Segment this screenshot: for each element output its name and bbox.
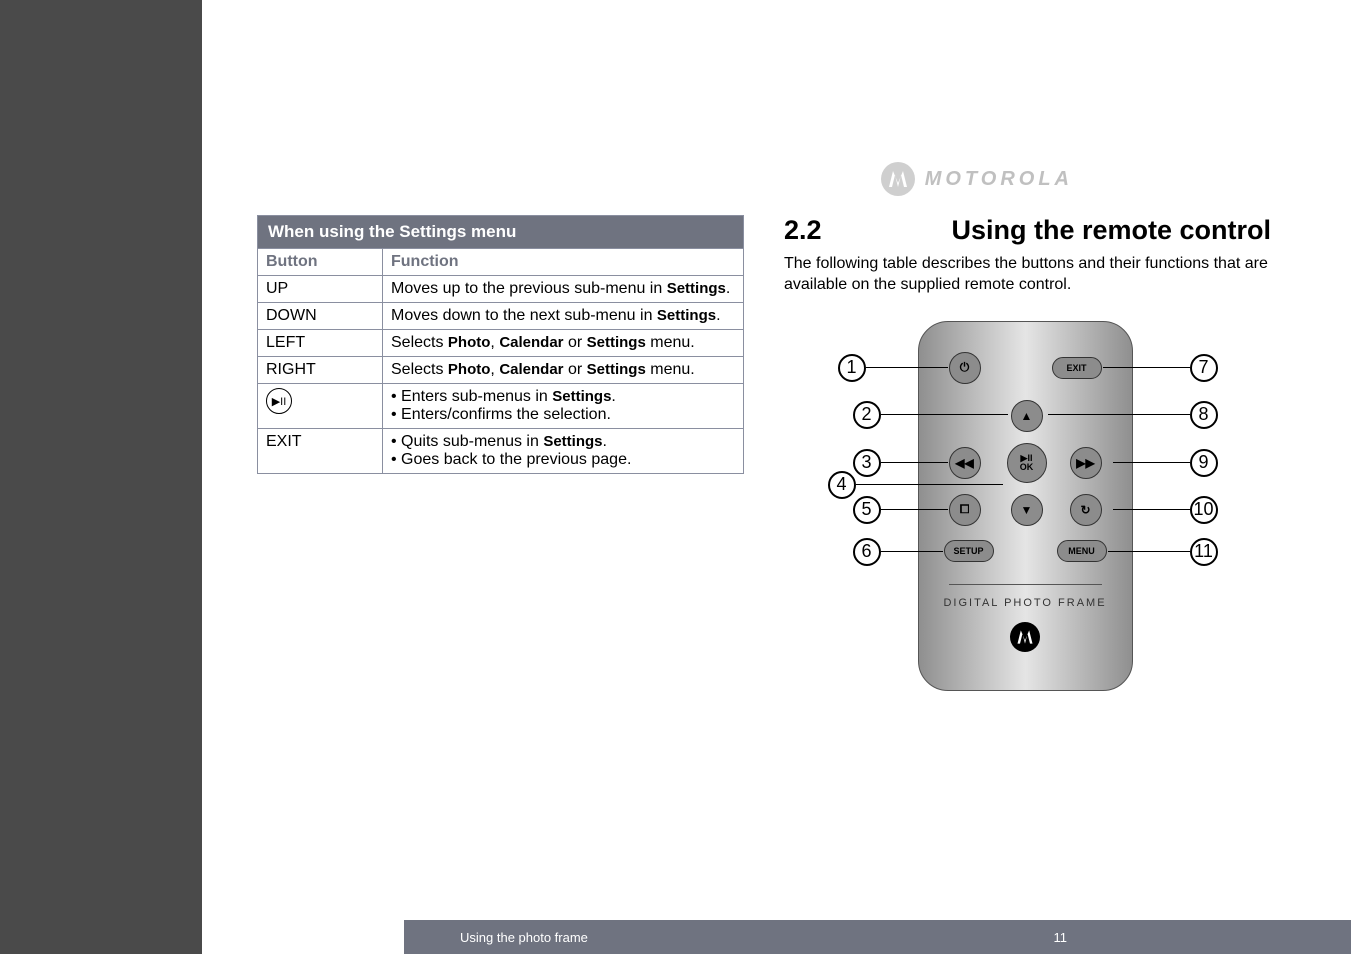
table-row: UPMoves up to the previous sub-menu in S… xyxy=(258,276,744,303)
table-cell-button: UP xyxy=(258,276,383,303)
table-cell-button: EXIT xyxy=(258,429,383,474)
remote-body: ⏻ EXIT ▲ ◀◀ ▶IIOK ▶▶ ⧠ ▼ ↻ SETUP xyxy=(918,321,1133,691)
remote-diagram: ⏻ EXIT ▲ ◀◀ ▶IIOK ▶▶ ⧠ ▼ ↻ SETUP xyxy=(828,321,1228,721)
brand-name: MOTOROLA xyxy=(925,168,1073,191)
callout-1: 1 xyxy=(838,354,948,382)
callout-10: 10 xyxy=(1113,496,1218,524)
motorola-batwing-icon xyxy=(1010,622,1040,652)
callout-4: 4 xyxy=(828,471,1003,499)
table-row: RIGHTSelects Photo, Calendar or Settings… xyxy=(258,357,744,384)
ok-button-icon: ▶IIOK xyxy=(1007,443,1047,483)
section-heading: 2.2 Using the remote control xyxy=(784,215,1271,246)
callout-5: 5 xyxy=(853,496,948,524)
motorola-icon xyxy=(881,162,915,196)
callout-9: 9 xyxy=(1113,449,1218,477)
table-cell-button: LEFT xyxy=(258,330,383,357)
table-cell-button: RIGHT xyxy=(258,357,383,384)
rotate-button-icon: ↻ xyxy=(1070,494,1102,526)
page-footer: Using the photo frame 11 xyxy=(404,920,1351,954)
table-row: LEFTSelects Photo, Calendar or Settings … xyxy=(258,330,744,357)
callout-2: 2 xyxy=(853,401,1008,429)
table-cell-function: Selects Photo, Calendar or Settings menu… xyxy=(383,357,744,384)
settings-menu-table: When using the Settings menu Button Func… xyxy=(257,215,744,474)
table-cell-function: • Enters sub-menus in Settings.• Enters/… xyxy=(383,384,744,429)
table-row: DOWNMoves down to the next sub-menu in S… xyxy=(258,303,744,330)
play-pause-icon: ▶II xyxy=(266,388,292,414)
table-header-function: Function xyxy=(383,249,744,276)
table-cell-function: Selects Photo, Calendar or Settings menu… xyxy=(383,330,744,357)
up-button-icon: ▲ xyxy=(1011,400,1043,432)
table-cell-function: • Quits sub-menus in Settings.• Goes bac… xyxy=(383,429,744,474)
table-header-button: Button xyxy=(258,249,383,276)
table-cell-function: Moves up to the previous sub-menu in Set… xyxy=(383,276,744,303)
exit-button-icon: EXIT xyxy=(1052,357,1102,379)
section-number: 2.2 xyxy=(784,215,864,246)
down-button-icon: ▼ xyxy=(1011,494,1043,526)
power-button-icon: ⏻ xyxy=(949,352,981,384)
callout-11: 11 xyxy=(1108,538,1218,566)
brand-logo: MOTOROLA xyxy=(881,162,1073,196)
menu-button-icon: MENU xyxy=(1057,540,1107,562)
section-title: Using the remote control xyxy=(864,215,1271,246)
footer-page-number: 11 xyxy=(1054,930,1068,945)
table-cell-button: DOWN xyxy=(258,303,383,330)
table-row: ▶II • Enters sub-menus in Settings.• Ente… xyxy=(258,384,744,429)
table-title: When using the Settings menu xyxy=(258,216,744,249)
callout-6: 6 xyxy=(853,538,943,566)
callout-7: 7 xyxy=(1103,354,1218,382)
table-row: EXIT• Quits sub-menus in Settings.• Goes… xyxy=(258,429,744,474)
forward-button-icon: ▶▶ xyxy=(1070,447,1102,479)
remote-label: DIGITAL PHOTO FRAME xyxy=(919,597,1132,609)
table-cell-function: Moves down to the next sub-menu in Setti… xyxy=(383,303,744,330)
footer-chapter: Using the photo frame xyxy=(460,930,588,945)
sidebar-decor xyxy=(0,0,202,954)
table-cell-button: ▶II xyxy=(258,384,383,429)
setup-button-icon: SETUP xyxy=(944,540,994,562)
remote-divider xyxy=(949,584,1102,585)
callout-8: 8 xyxy=(1048,401,1218,429)
section-intro: The following table describes the button… xyxy=(784,254,1271,296)
